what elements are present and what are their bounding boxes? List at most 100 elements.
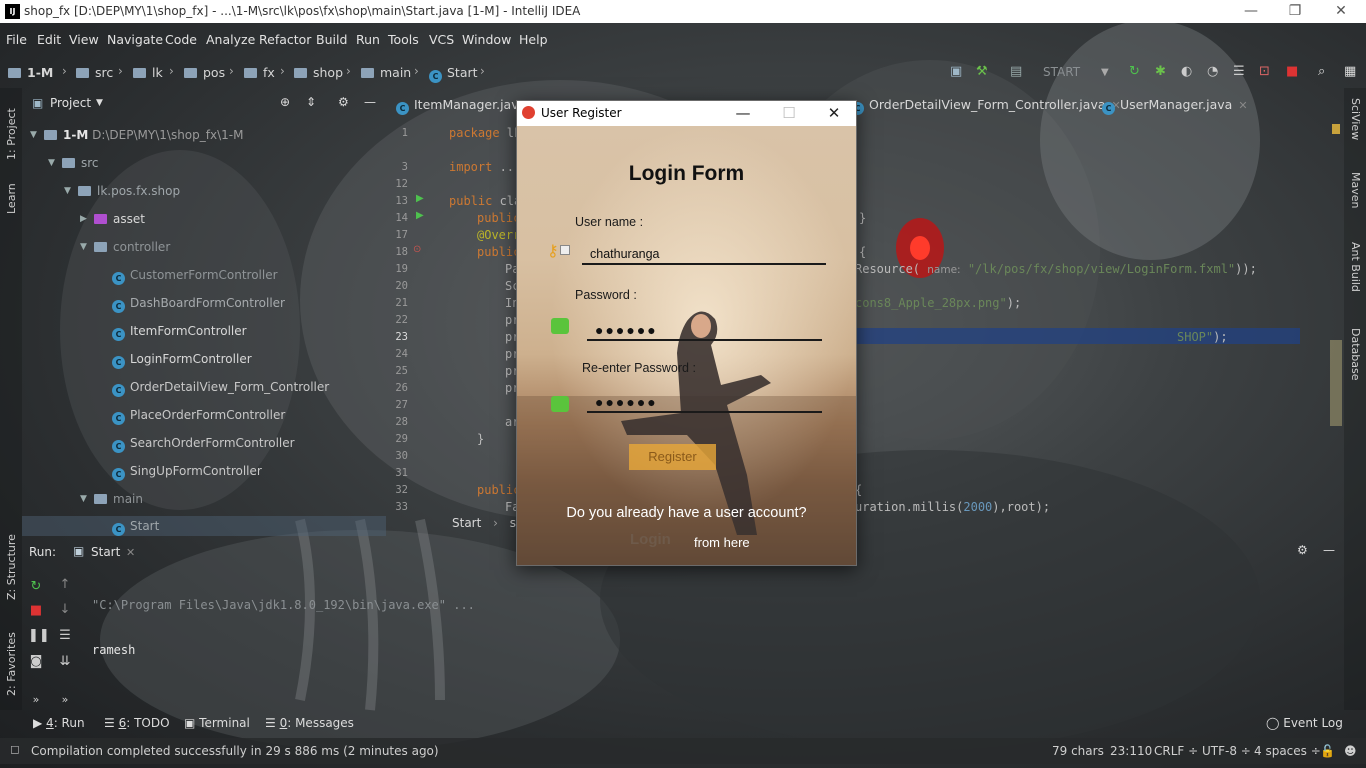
menu-help[interactable]: Help (519, 32, 548, 47)
status-position[interactable]: 23:110 (1110, 744, 1152, 758)
scroll-to-end-icon[interactable]: ⇊ (57, 654, 73, 670)
menu-window[interactable]: Window (462, 32, 511, 47)
tool-window-ant[interactable]: Ant Build (1349, 242, 1362, 312)
nav-lk[interactable]: lk (133, 65, 163, 80)
nav-shop[interactable]: shop (294, 65, 343, 80)
register-button[interactable]: Register (629, 444, 716, 470)
menu-navigate[interactable]: Navigate (107, 32, 163, 47)
tree-item-src[interactable]: ▼ src (48, 153, 99, 173)
close-tab-icon[interactable]: ✕ (126, 546, 135, 559)
inspection-marker[interactable] (1332, 124, 1340, 134)
menu-edit[interactable]: Edit (37, 32, 61, 47)
tool-window-database[interactable]: Database (1349, 328, 1362, 398)
chevron-down-icon[interactable]: ▼ (96, 98, 103, 108)
close-window-button[interactable]: ✕ (1326, 2, 1356, 21)
nav-pos[interactable]: pos (184, 65, 225, 80)
hide-panel-icon[interactable]: — (1323, 543, 1335, 557)
tree-item-class[interactable]: C SearchOrderFormController (112, 433, 295, 453)
status-line-separator[interactable]: CRLF ÷ (1154, 744, 1198, 758)
tree-item-asset[interactable]: ▶ asset (80, 209, 145, 229)
tool-window-maven[interactable]: Maven (1349, 172, 1362, 222)
nav-start[interactable]: C Start (429, 65, 478, 83)
hide-panel-icon[interactable]: — (364, 95, 376, 109)
tree-item-class[interactable]: C DashBoardFormController (112, 293, 285, 313)
line-number: 28 (395, 416, 408, 428)
bottom-tab-terminal[interactable]: ▣ Terminal (184, 716, 250, 730)
bottom-tab-messages[interactable]: ☰ 0: Messages (265, 716, 354, 730)
close-tab-icon[interactable]: ✕ (1238, 99, 1247, 112)
pause-icon[interactable]: ❚❚ (28, 628, 50, 644)
tab-itemmanager[interactable]: C ItemManager.java (396, 97, 526, 115)
tree-item-class[interactable]: C PlaceOrderFormController (112, 405, 285, 425)
menu-file[interactable]: File (6, 32, 27, 47)
tree-item-main[interactable]: ▼ main (80, 489, 143, 509)
rerun-icon[interactable]: ↻ (28, 579, 44, 595)
project-view-select[interactable]: Project (50, 96, 91, 110)
gear-icon[interactable]: ⚙ (1297, 543, 1308, 557)
menu-view[interactable]: View (69, 32, 99, 47)
menu-vcs[interactable]: VCS (429, 32, 454, 47)
tree-item-class[interactable]: C LoginFormController (112, 349, 252, 369)
status-message[interactable]: Compilation completed successfully in 29… (31, 744, 439, 758)
editor-scrollbar[interactable] (1330, 340, 1342, 426)
nav-src[interactable]: src (76, 65, 113, 80)
arrow-up-icon[interactable]: ↑ (57, 577, 73, 593)
tool-window-sciview[interactable]: SciView (1349, 98, 1362, 148)
lock-icon[interactable]: 🔓 (1320, 744, 1335, 758)
tree-item-controller[interactable]: ▼ controller (80, 237, 170, 257)
camera-icon[interactable]: ◙ (28, 654, 44, 670)
tree-item-class[interactable]: C CustomerFormController (112, 265, 278, 285)
nav-module[interactable]: 1-M (8, 65, 53, 80)
status-toggle-icon[interactable]: ◻ (10, 742, 20, 756)
gear-icon[interactable]: ⚙ (338, 95, 349, 109)
override-gutter-icon[interactable]: ⊙ (413, 244, 421, 255)
dialog-minimize-button[interactable]: — (721, 101, 765, 126)
nav-fx[interactable]: fx (244, 65, 275, 80)
dialog-maximize-button[interactable]: ☐ (767, 101, 811, 126)
run-gutter-icon[interactable]: ▶ (416, 193, 424, 204)
nav-main[interactable]: main (361, 65, 411, 80)
username-field[interactable]: chathuranga (582, 243, 826, 265)
tool-window-learn[interactable]: Learn (5, 180, 18, 214)
menu-analyze[interactable]: Analyze (206, 32, 255, 47)
locate-icon[interactable]: ⊕ (280, 95, 290, 109)
stop-icon[interactable]: ■ (28, 603, 44, 619)
expand-icon[interactable]: » (28, 692, 44, 708)
minimize-button[interactable]: — (1236, 2, 1266, 21)
expand-icon[interactable]: » (57, 692, 73, 708)
tree-item-start-selected[interactable]: C Start (22, 516, 386, 536)
bottom-tab-event-log[interactable]: ◯ Event Log (1266, 716, 1343, 730)
restore-button[interactable]: ❐ (1280, 2, 1310, 21)
menu-build[interactable]: Build (316, 32, 347, 47)
tree-item-class[interactable]: C ItemFormController (112, 321, 247, 341)
status-encoding[interactable]: UTF-8 ÷ (1202, 744, 1251, 758)
bottom-tab-todo[interactable]: ☰ 6: TODO (104, 716, 170, 730)
tree-item-module[interactable]: ▼ 1-M D:\DEP\MY\1\shop_fx\1-M (30, 125, 243, 145)
tool-window-project[interactable]: 1: Project (5, 96, 18, 160)
breadcrumb-item[interactable]: Start (452, 516, 481, 530)
menu-refactor[interactable]: Refactor (259, 32, 311, 47)
run-gutter-icon[interactable]: ▶ (416, 210, 424, 221)
run-tab-start[interactable]: Start (91, 545, 120, 559)
tab-orderdetailview[interactable]: C OrderDetailView_Form_Controller.java ✕ (851, 97, 1121, 115)
menu-code[interactable]: Code (165, 32, 197, 47)
wrap-icon[interactable]: ☰ (57, 628, 73, 644)
tree-item-class[interactable]: C SingUpFormController (112, 461, 262, 481)
tree-item-class[interactable]: C OrderDetailView_Form_Controller (112, 377, 329, 397)
tool-window-structure[interactable]: Z: Structure (5, 524, 18, 600)
console-output[interactable]: "C:\Program Files\Java\jdk1.8.0_192\bin\… (92, 570, 475, 671)
status-indent[interactable]: 4 spaces ÷ (1254, 744, 1321, 758)
arrow-down-icon[interactable]: ↓ (57, 602, 73, 618)
dialog-close-button[interactable]: ✕ (812, 101, 856, 126)
inspector-icon[interactable]: ☻ (1344, 744, 1357, 758)
reenter-password-field[interactable]: ●●●●●● (587, 391, 822, 413)
tool-window-favorites[interactable]: 2: Favorites (5, 620, 18, 696)
password-field[interactable]: ●●●●●● (587, 319, 822, 341)
login-link[interactable]: Login (630, 531, 671, 548)
tree-item-package[interactable]: ▼ lk.pos.fx.shop (64, 181, 180, 201)
menu-tools[interactable]: Tools (388, 32, 419, 47)
tab-usermanager[interactable]: C UserManager.java ✕ (1102, 97, 1248, 115)
collapse-all-icon[interactable]: ⇕ (306, 95, 316, 109)
menu-run[interactable]: Run (356, 32, 380, 47)
bottom-tab-run[interactable]: ▶ 4: Run (33, 716, 85, 730)
